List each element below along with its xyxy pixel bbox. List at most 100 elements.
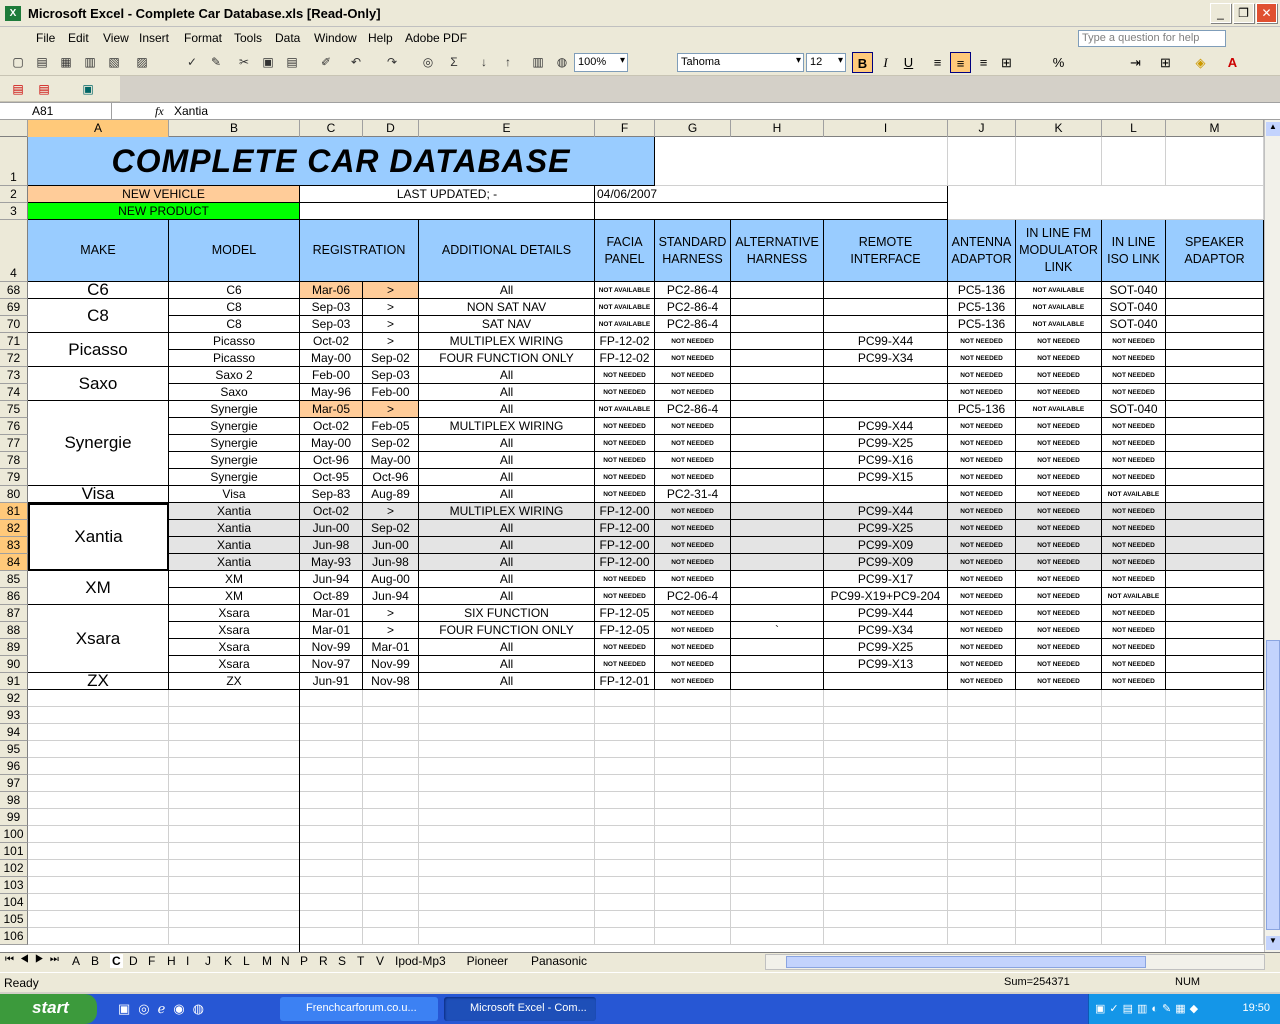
iso-cell[interactable]: NOT NEEDED [1102, 333, 1166, 350]
facia-cell[interactable]: FP-12-05 [595, 622, 655, 639]
details-cell[interactable]: SAT NAV [419, 316, 595, 333]
make-cell[interactable]: Saxo [28, 367, 169, 401]
details-cell[interactable]: MULTIPLEX WIRING [419, 333, 595, 350]
make-cell[interactable]: Visa [28, 486, 169, 503]
fm-cell[interactable]: NOT NEEDED [1016, 384, 1102, 401]
empty-cell[interactable] [1166, 860, 1264, 877]
details-cell[interactable]: All [419, 537, 595, 554]
row-header[interactable]: 79 [0, 469, 28, 486]
row-header[interactable]: 91 [0, 673, 28, 690]
speaker-cell[interactable] [1166, 299, 1264, 316]
details-cell[interactable]: All [419, 384, 595, 401]
empty-cell[interactable] [824, 843, 948, 860]
empty-cell[interactable] [948, 758, 1016, 775]
empty-cell[interactable] [169, 911, 300, 928]
empty-cell[interactable] [731, 707, 824, 724]
iso-cell[interactable]: SOT-040 [1102, 299, 1166, 316]
formula-input[interactable]: Xantia [174, 104, 208, 118]
model-cell[interactable]: XM [169, 571, 300, 588]
facia-cell[interactable]: NOT NEEDED [595, 469, 655, 486]
tab-nav-icons[interactable]: ⏮◀▶⏭ [5, 954, 65, 965]
sheet-tab-b[interactable]: B [91, 954, 99, 968]
empty-cell[interactable] [655, 792, 731, 809]
row-header[interactable]: 99 [0, 809, 28, 826]
toolbar-icon[interactable]: ↷ [384, 54, 400, 70]
facia-cell[interactable]: FP-12-01 [595, 673, 655, 690]
empty-cell[interactable] [1102, 911, 1166, 928]
empty-cell[interactable] [28, 860, 169, 877]
row-header[interactable]: 85 [0, 571, 28, 588]
row-header[interactable]: 100 [0, 826, 28, 843]
empty-cell[interactable] [300, 690, 363, 707]
reg-from-cell[interactable]: May-96 [300, 384, 363, 401]
facia-cell[interactable]: FP-12-02 [595, 333, 655, 350]
remote-cell[interactable]: PC99-X44 [824, 605, 948, 622]
hscroll-thumb[interactable] [786, 956, 1146, 968]
column-heading-6[interactable]: ALTERNATIVE HARNESS [731, 220, 824, 282]
iso-cell[interactable]: NOT NEEDED [1102, 537, 1166, 554]
empty-cell[interactable] [363, 809, 419, 826]
speaker-cell[interactable] [1166, 520, 1264, 537]
reg-to-cell[interactable]: > [363, 503, 419, 520]
empty-cell[interactable] [419, 911, 595, 928]
empty-cell[interactable] [731, 792, 824, 809]
empty-cell[interactable] [824, 724, 948, 741]
model-cell[interactable]: Xantia [169, 554, 300, 571]
font-size-select[interactable]: 12 [806, 53, 846, 72]
empty-cell[interactable] [948, 877, 1016, 894]
details-cell[interactable]: All [419, 452, 595, 469]
facia-cell[interactable]: NOT NEEDED [595, 656, 655, 673]
empty-cell[interactable] [595, 741, 655, 758]
iso-cell[interactable]: NOT NEEDED [1102, 435, 1166, 452]
alt-cell[interactable] [731, 384, 824, 401]
fm-cell[interactable]: NOT AVAILABLE [1016, 282, 1102, 299]
empty-cell[interactable] [363, 843, 419, 860]
column-header-j[interactable]: J [948, 120, 1016, 137]
empty-cell[interactable] [824, 741, 948, 758]
column-heading-10[interactable]: IN LINE ISO LINK [1102, 220, 1166, 282]
empty-cell[interactable] [731, 860, 824, 877]
empty-cell[interactable] [1166, 775, 1264, 792]
column-heading-0[interactable]: MAKE [28, 220, 169, 282]
toolbar-icon[interactable]: ✂ [236, 54, 252, 70]
empty-cell[interactable] [1102, 826, 1166, 843]
details-cell[interactable]: All [419, 554, 595, 571]
empty-cell[interactable] [655, 860, 731, 877]
empty-cell[interactable] [363, 894, 419, 911]
remote-cell[interactable]: PC99-X25 [824, 435, 948, 452]
facia-cell[interactable]: NOT AVAILABLE [595, 401, 655, 418]
facia-cell[interactable]: FP-12-00 [595, 503, 655, 520]
pdf-email-icon[interactable]: ▤ [36, 81, 52, 97]
empty-cell[interactable] [1016, 894, 1102, 911]
menu-format[interactable]: Format [184, 31, 222, 45]
column-header-b[interactable]: B [169, 120, 300, 137]
model-cell[interactable]: C6 [169, 282, 300, 299]
facia-cell[interactable]: NOT NEEDED [595, 486, 655, 503]
empty-cell[interactable] [731, 894, 824, 911]
reg-from-cell[interactable]: Nov-97 [300, 656, 363, 673]
reg-to-cell[interactable]: Nov-98 [363, 673, 419, 690]
row-header[interactable]: 83 [0, 537, 28, 554]
iso-cell[interactable]: NOT AVAILABLE [1102, 588, 1166, 605]
row-header[interactable]: 80 [0, 486, 28, 503]
empty-cell[interactable] [824, 911, 948, 928]
model-cell[interactable]: C8 [169, 316, 300, 333]
empty-cell[interactable] [419, 826, 595, 843]
speaker-cell[interactable] [1166, 333, 1264, 350]
reg-from-cell[interactable]: May-93 [300, 554, 363, 571]
details-cell[interactable]: All [419, 282, 595, 299]
reg-from-cell[interactable]: Sep-83 [300, 486, 363, 503]
reg-to-cell[interactable]: Jun-94 [363, 588, 419, 605]
empty-cell[interactable] [731, 826, 824, 843]
iso-cell[interactable]: NOT NEEDED [1102, 384, 1166, 401]
empty-cell[interactable] [300, 826, 363, 843]
sheet-tab-n[interactable]: N [281, 954, 290, 968]
empty-cell[interactable] [1016, 809, 1102, 826]
ant-cell[interactable]: NOT NEEDED [948, 588, 1016, 605]
row-header[interactable]: 84 [0, 554, 28, 571]
row-header[interactable]: 3 [0, 203, 28, 220]
ant-cell[interactable]: NOT NEEDED [948, 418, 1016, 435]
facia-cell[interactable]: NOT NEEDED [595, 639, 655, 656]
reg-to-cell[interactable]: Feb-00 [363, 384, 419, 401]
model-cell[interactable]: XM [169, 588, 300, 605]
